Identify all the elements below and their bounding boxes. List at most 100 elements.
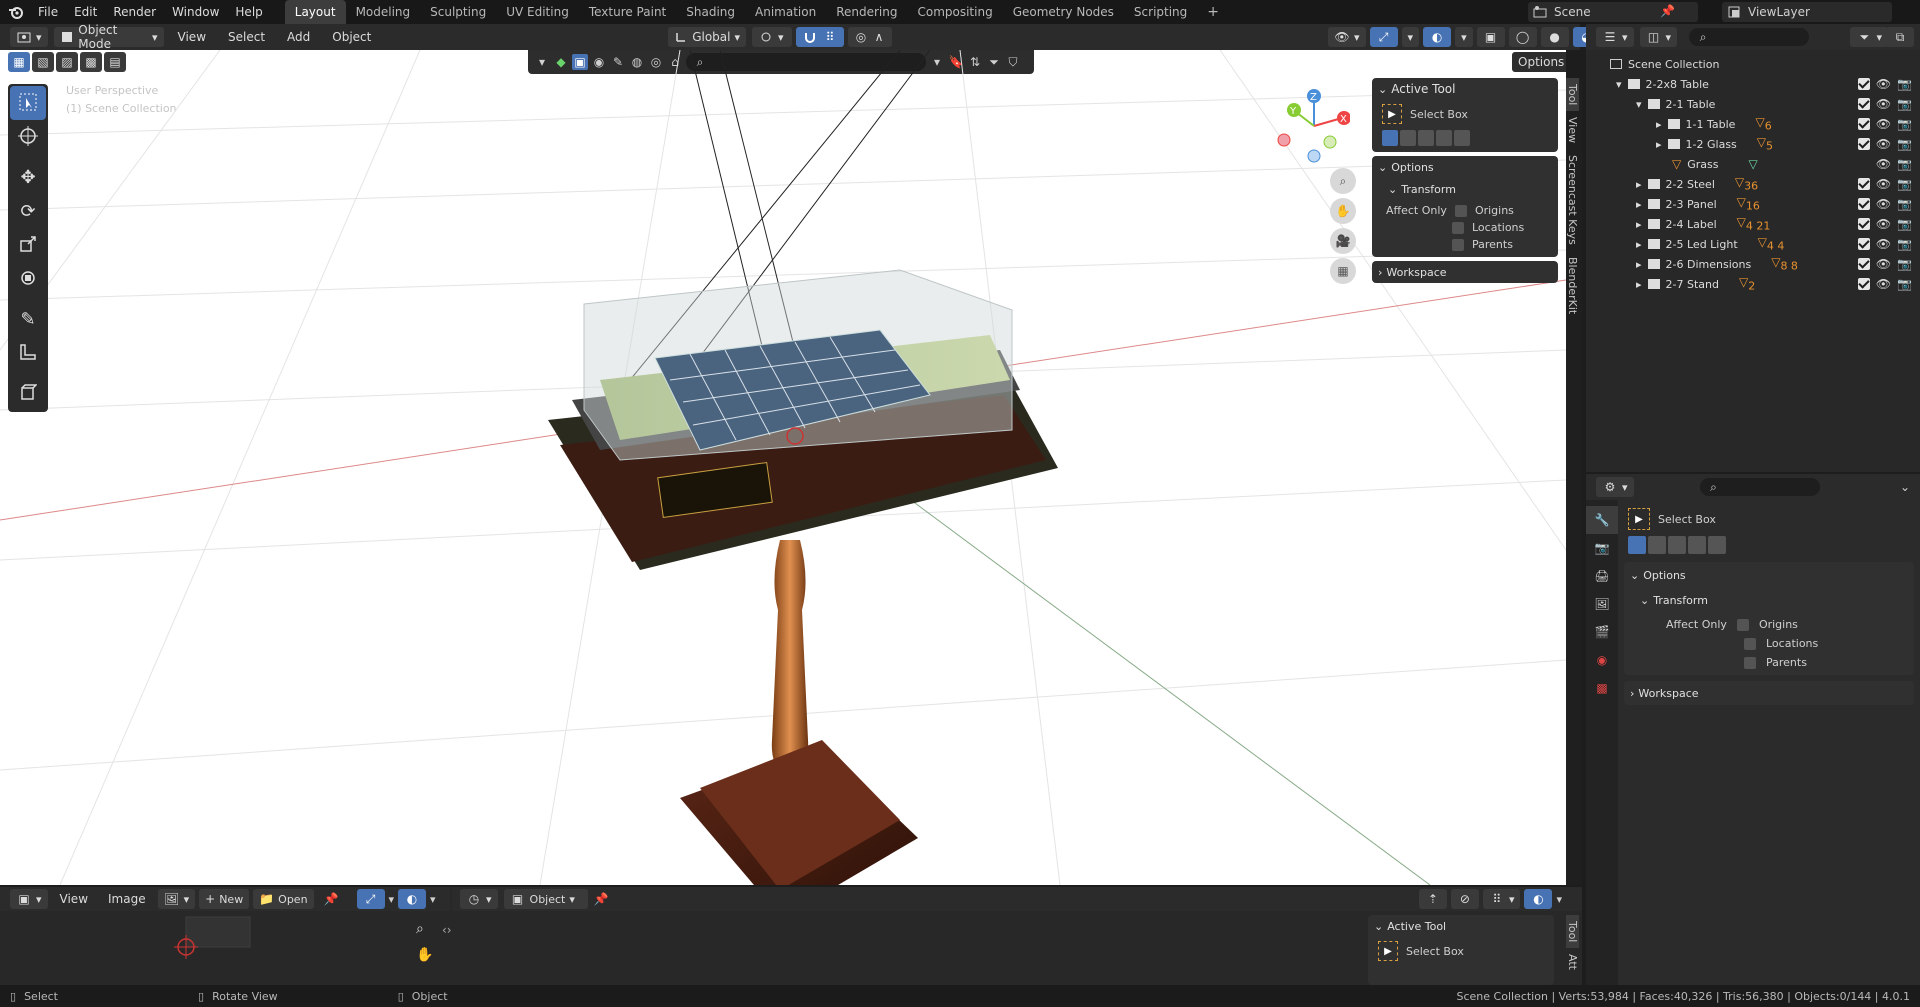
eye-icon[interactable]: 👁 bbox=[1876, 157, 1891, 171]
world-tab-icon[interactable]: ◉ bbox=[1586, 646, 1618, 674]
camera-icon[interactable]: 📷 bbox=[1897, 97, 1912, 111]
eye-icon[interactable]: 👁 bbox=[1876, 237, 1891, 251]
origins-checkbox[interactable] bbox=[1454, 204, 1467, 217]
collapse-arrows-icon[interactable]: ‹› bbox=[442, 923, 452, 937]
chevron-right-icon[interactable]: ▸ bbox=[1636, 218, 1642, 231]
render-tab-icon[interactable]: 📷 bbox=[1586, 534, 1618, 562]
pin-icon[interactable]: 📌 bbox=[324, 892, 339, 906]
outliner-item-led-light[interactable]: ▸ 2-5 Led Light ▽4 4 👁 📷 bbox=[1586, 234, 1920, 254]
outliner-item-label[interactable]: ▸ 2-4 Label ▽4 21 👁 📷 bbox=[1586, 214, 1920, 234]
menu-edit[interactable]: Edit bbox=[66, 0, 105, 24]
eye-icon[interactable]: 👁 bbox=[1876, 137, 1891, 151]
new-collection-button[interactable]: ⧉ bbox=[1886, 27, 1914, 47]
snap-toggle[interactable]: ⠿ bbox=[796, 27, 844, 47]
tab-compositing[interactable]: Compositing bbox=[907, 0, 1002, 24]
exclude-checkbox[interactable] bbox=[1857, 98, 1870, 110]
camera-icon[interactable]: 📷 bbox=[1897, 217, 1912, 231]
tab-uv-editing[interactable]: UV Editing bbox=[496, 0, 579, 24]
chevron-right-icon[interactable]: ▸ bbox=[1636, 198, 1642, 211]
chevron-down-icon[interactable]: ▾ bbox=[1556, 893, 1562, 906]
image-zoom-icon[interactable]: ⌕ bbox=[416, 921, 424, 937]
sidebar-tab-blenderkit[interactable]: BlenderKit bbox=[1566, 251, 1579, 320]
blender-logo-icon[interactable] bbox=[8, 4, 24, 20]
exclude-checkbox[interactable] bbox=[1857, 278, 1870, 290]
editor-type-button[interactable]: ▾ bbox=[10, 27, 48, 47]
select-extend-icon[interactable] bbox=[1400, 130, 1416, 146]
properties-workspace-header[interactable]: › Workspace bbox=[1624, 681, 1914, 705]
exclude-checkbox[interactable] bbox=[1857, 238, 1870, 250]
select-intersect-icon[interactable] bbox=[1708, 536, 1726, 554]
tab-animation[interactable]: Animation bbox=[745, 0, 826, 24]
active-tool-header[interactable]: ⌄ Active Tool bbox=[1372, 78, 1558, 100]
camera-icon[interactable]: 📷 bbox=[1897, 157, 1912, 171]
bottom-tab-attribute[interactable]: Att bbox=[1566, 948, 1579, 976]
timeline-up-button[interactable]: ⇡ bbox=[1418, 889, 1447, 909]
pivot-selector[interactable]: ▾ bbox=[752, 27, 792, 47]
exclude-checkbox[interactable] bbox=[1857, 178, 1870, 190]
sidebar-tab-view[interactable]: View bbox=[1566, 111, 1579, 149]
visibility-toggle[interactable]: 👁 ▾ bbox=[1328, 27, 1366, 47]
select-invert-icon[interactable] bbox=[1688, 536, 1706, 554]
select-extend-icon[interactable] bbox=[1648, 536, 1666, 554]
eye-icon[interactable]: 👁 bbox=[1876, 177, 1891, 191]
add-workspace-icon[interactable]: + bbox=[1197, 0, 1229, 24]
camera-icon[interactable]: 📷 bbox=[1897, 177, 1912, 191]
timeline-overlay-button[interactable]: ◐ bbox=[1524, 889, 1553, 909]
viewport-menu-view[interactable]: View bbox=[170, 25, 214, 49]
chevron-down-icon[interactable]: ▾ bbox=[430, 893, 436, 906]
navigation-gizmo[interactable]: Z X Y bbox=[1270, 86, 1350, 166]
select-intersect-icon[interactable] bbox=[1454, 130, 1470, 146]
timeline-editor-type[interactable]: ◷ ▾ bbox=[460, 889, 498, 909]
tool-tab-icon[interactable]: 🔧 bbox=[1586, 506, 1618, 534]
object-selector[interactable]: ▣ Object ▾ bbox=[503, 889, 588, 909]
viewport-menu-object[interactable]: Object bbox=[324, 25, 379, 49]
rotate-tool[interactable]: ⟳ bbox=[10, 194, 46, 228]
gizmo-toggle[interactable]: ⤢ bbox=[1369, 27, 1398, 47]
menu-help[interactable]: Help bbox=[227, 0, 270, 24]
3d-viewport[interactable]: ▦ ▧ ▨ ▩ ▤ ▾ ◆ ▣ ◉ ✎ ◍ ◎ ⌂ ⌕ ▾ 🔖 ⇅ ⏷ ⛉ Op… bbox=[0, 50, 1566, 885]
chevron-right-icon[interactable]: ▸ bbox=[1636, 278, 1642, 291]
mode-selector[interactable]: Object Mode ▾ bbox=[53, 23, 164, 51]
transform-header[interactable]: ⌄ Transform bbox=[1372, 178, 1558, 200]
outliner-item-stand[interactable]: ▸ 2-7 Stand ▽2 👁 📷 bbox=[1586, 274, 1920, 294]
open-image-button[interactable]: 📁 Open bbox=[253, 889, 314, 909]
timeline-snap-button[interactable]: ⊘ bbox=[1450, 889, 1479, 909]
outliner-item-1-2-glass[interactable]: ▸ 1-2 Glass ▽5 👁 📷 bbox=[1586, 134, 1920, 154]
add-cube-tool[interactable] bbox=[10, 376, 46, 410]
tab-layout[interactable]: Layout bbox=[284, 0, 346, 24]
view-layer-selector[interactable]: ViewLayer bbox=[1722, 2, 1892, 22]
pan-hand-icon[interactable]: ✋ bbox=[1330, 198, 1356, 224]
pin-icon[interactable]: 📌 bbox=[594, 892, 609, 906]
camera-icon[interactable]: 📷 bbox=[1897, 277, 1912, 291]
outliner-item-table[interactable]: ▾ 2-1 Table 👁 📷 bbox=[1586, 94, 1920, 114]
eye-icon[interactable]: 👁 bbox=[1876, 277, 1891, 291]
eye-icon[interactable]: 👁 bbox=[1876, 117, 1891, 131]
select-new-icon[interactable] bbox=[1382, 130, 1398, 146]
gizmo-dropdown[interactable]: ▾ bbox=[1401, 27, 1420, 47]
tab-modeling[interactable]: Modeling bbox=[346, 0, 421, 24]
eye-icon[interactable]: 👁 bbox=[1876, 257, 1891, 271]
viewport-menu-add[interactable]: Add bbox=[279, 25, 318, 49]
solid-shading-button[interactable]: ● bbox=[1540, 27, 1569, 47]
camera-icon[interactable]: 📷 bbox=[1897, 77, 1912, 91]
tab-shading[interactable]: Shading bbox=[676, 0, 745, 24]
outliner-editor-type[interactable]: ☰ ▾ bbox=[1596, 27, 1634, 47]
outliner-item-steel[interactable]: ▸ 2-2 Steel ▽36 👁 📷 bbox=[1586, 174, 1920, 194]
xray-toggle[interactable]: ▣ bbox=[1476, 27, 1505, 47]
outliner-item-panel[interactable]: ▸ 2-3 Panel ▽16 👁 📷 bbox=[1586, 194, 1920, 214]
scale-tool[interactable] bbox=[10, 228, 46, 262]
image-browse-button[interactable]: 🖼 ▾ bbox=[157, 889, 196, 909]
eye-icon[interactable]: 👁 bbox=[1876, 217, 1891, 231]
timeline-filter-button[interactable]: ⠿ ▾ bbox=[1482, 889, 1521, 909]
new-image-button[interactable]: + New bbox=[199, 889, 250, 909]
properties-options-header[interactable]: ⌄ Options bbox=[1624, 562, 1914, 588]
properties-editor-type[interactable]: ⚙ ▾ bbox=[1596, 477, 1634, 497]
chevron-right-icon[interactable]: ▸ bbox=[1636, 178, 1642, 191]
exclude-checkbox[interactable] bbox=[1857, 78, 1870, 90]
move-tool[interactable]: ✥ bbox=[10, 160, 46, 194]
tab-geometry-nodes[interactable]: Geometry Nodes bbox=[1003, 0, 1124, 24]
image-editor-type[interactable]: ▣ ▾ bbox=[10, 889, 48, 909]
locations-checkbox[interactable] bbox=[1744, 637, 1756, 650]
parents-checkbox[interactable] bbox=[1452, 238, 1464, 251]
properties-transform-header[interactable]: ⌄ Transform bbox=[1624, 588, 1914, 612]
